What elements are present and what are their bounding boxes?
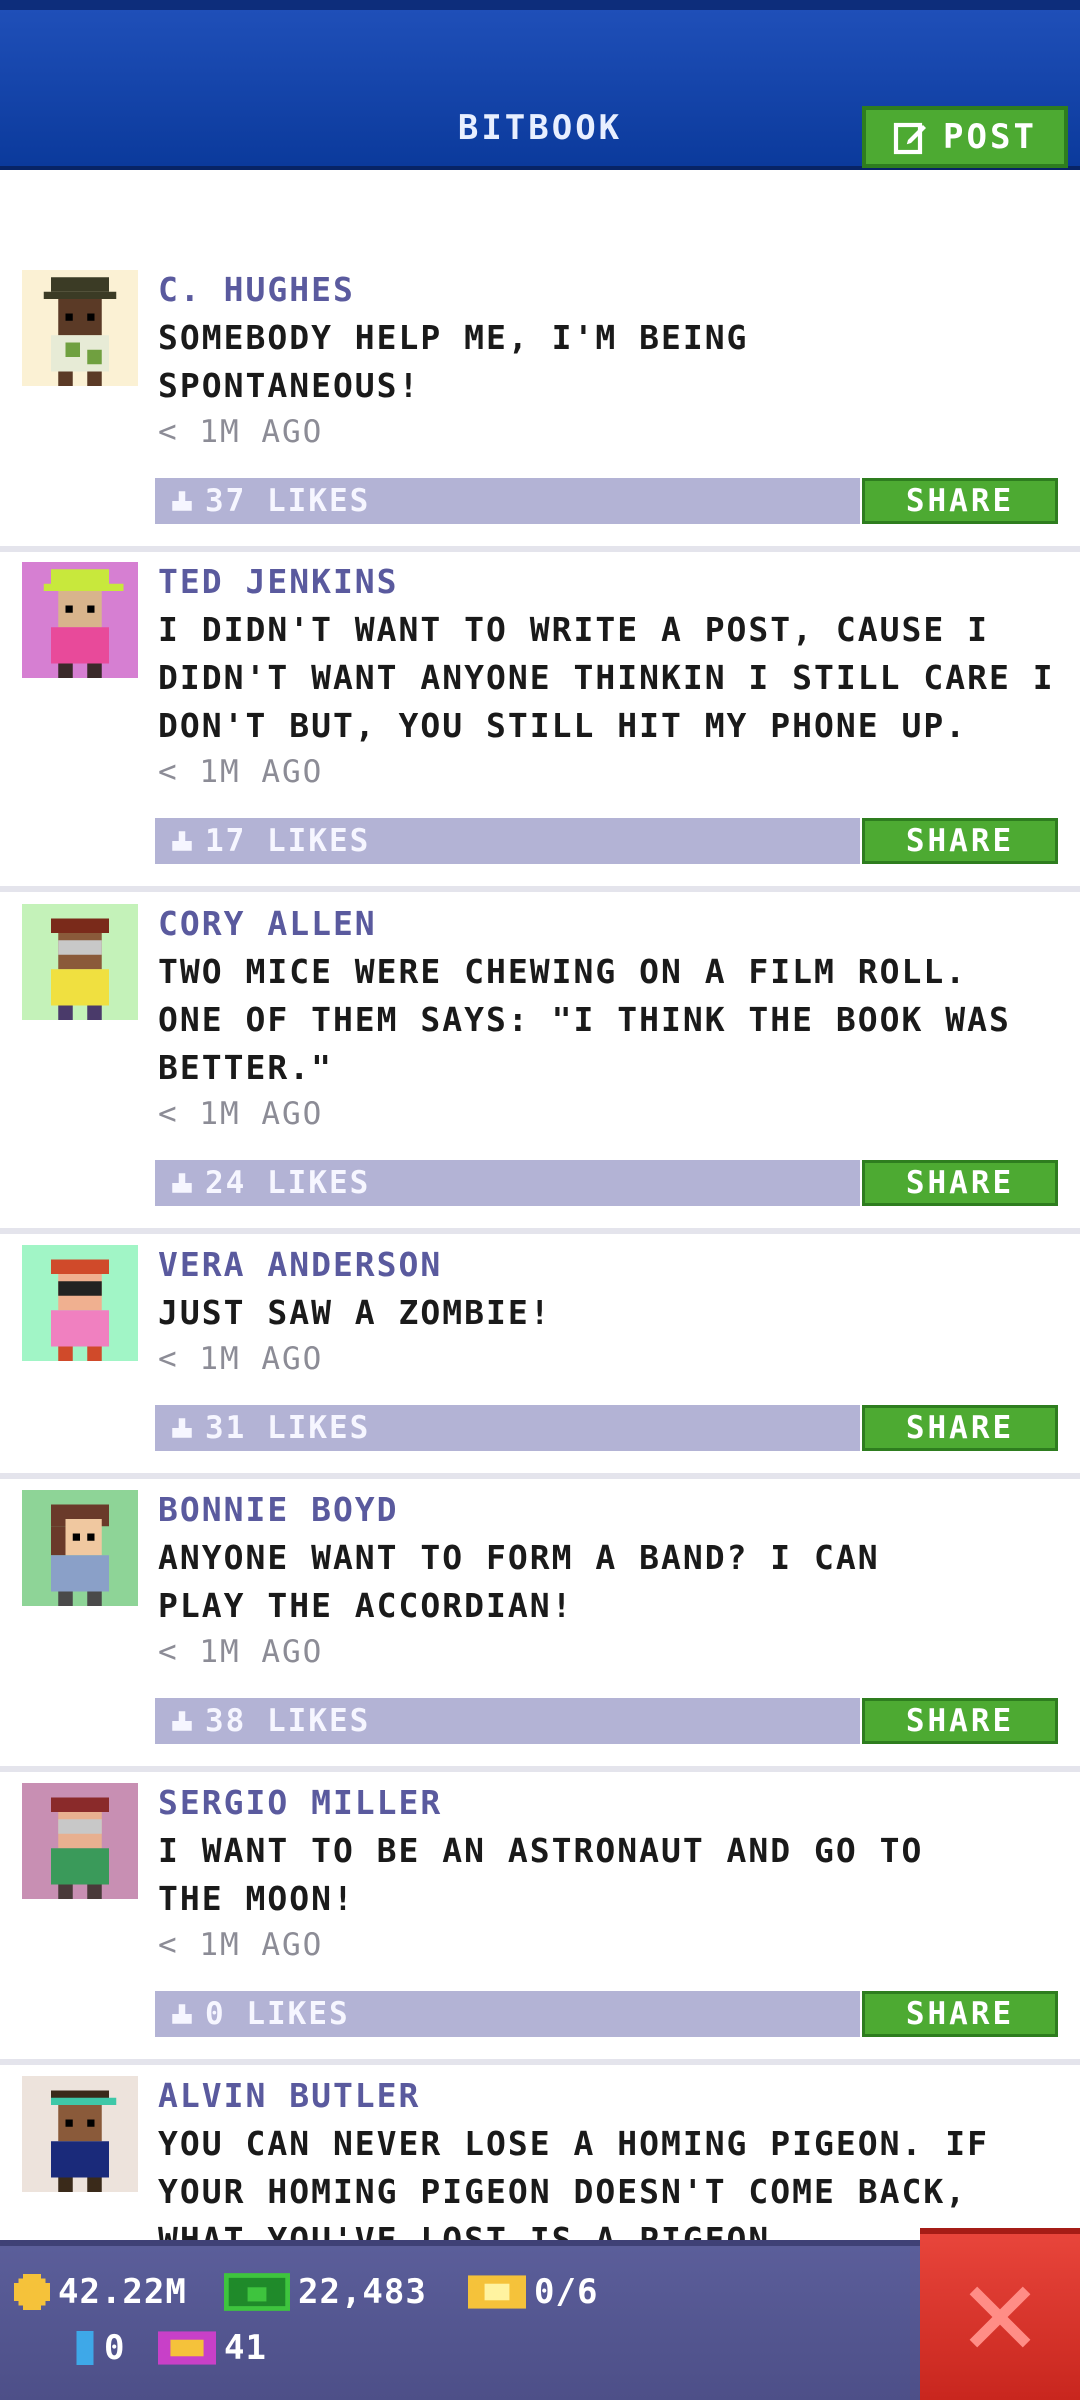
likes-bar[interactable]: 24 LIKES <box>155 1160 860 1206</box>
vip-value: 41 <box>224 2328 267 2368</box>
post-message: SOMEBODY HELP ME, I'M BEING SPONTANEOUS! <box>158 318 749 405</box>
post-button-label: POST <box>943 117 1037 157</box>
avatar[interactable] <box>22 270 138 386</box>
avatar-icon <box>22 1490 138 1606</box>
share-button[interactable]: SHARE <box>862 478 1058 524</box>
post-message: YOU CAN NEVER LOSE A HOMING PIGEON. IF Y… <box>158 2124 989 2240</box>
post-author: ALVIN BUTLER <box>158 2076 421 2115</box>
post-message: I DIDN'T WANT TO WRITE A POST, CAUSE I D… <box>158 610 1055 745</box>
thumbs-up-icon <box>172 2004 192 2024</box>
post-timestamp: < 1M AGO <box>158 1634 324 1670</box>
avatar-icon <box>22 1783 138 1899</box>
bux-stat: 22,483 <box>224 2272 427 2312</box>
coins-stat: 42.22M <box>14 2272 187 2312</box>
post-author: C. HUGHES <box>158 270 355 309</box>
thumbs-up-icon <box>172 831 192 851</box>
post-message: JUST SAW A ZOMBIE! <box>158 1293 552 1332</box>
likes-bar[interactable]: 37 LIKES <box>155 478 860 524</box>
close-icon <box>969 2286 1031 2348</box>
share-button[interactable]: SHARE <box>862 1405 1058 1451</box>
likes-count: 17 LIKES <box>205 823 371 859</box>
post-button[interactable]: POST <box>862 106 1068 168</box>
post-timestamp: < 1M AGO <box>158 754 324 790</box>
bux-icon <box>224 2273 290 2311</box>
post-author: CORY ALLEN <box>158 904 377 943</box>
avatar-icon <box>22 562 138 678</box>
post-message: I WANT TO BE AN ASTRONAUT AND GO TO THE … <box>158 1831 924 1918</box>
vip-icon <box>158 2331 216 2365</box>
avatar-icon <box>22 904 138 1020</box>
divider <box>0 1766 1080 1772</box>
thumbs-up-icon <box>172 1173 192 1193</box>
likes-bar[interactable]: 31 LIKES <box>155 1405 860 1451</box>
avatar[interactable] <box>22 2076 138 2192</box>
avatar[interactable] <box>22 904 138 1020</box>
share-button[interactable]: SHARE <box>862 1160 1058 1206</box>
share-button[interactable]: SHARE <box>862 1698 1058 1744</box>
avatar[interactable] <box>22 1783 138 1899</box>
close-button[interactable] <box>920 2228 1080 2400</box>
divider <box>0 2059 1080 2065</box>
divider <box>0 1228 1080 1234</box>
likes-bar[interactable]: 38 LIKES <box>155 1698 860 1744</box>
divider <box>0 886 1080 892</box>
avatar[interactable] <box>22 1245 138 1361</box>
coins-value: 42.22M <box>58 2272 187 2312</box>
post-author: SERGIO MILLER <box>158 1783 443 1822</box>
thumbs-up-icon <box>172 1418 192 1438</box>
post-timestamp: < 1M AGO <box>158 1096 324 1132</box>
avatar-icon <box>22 1245 138 1361</box>
avatar[interactable] <box>22 562 138 678</box>
bux-value: 22,483 <box>298 2272 427 2312</box>
avatar[interactable] <box>22 1490 138 1606</box>
currency-bar: 42.22M 22,483 0/6 0 41 <box>0 2240 1080 2400</box>
likes-count: 37 LIKES <box>205 483 371 519</box>
likes-bar[interactable]: 17 LIKES <box>155 818 860 864</box>
likes-count: 31 LIKES <box>205 1410 371 1446</box>
items-stat: 0 <box>74 2328 125 2368</box>
item-icon <box>76 2331 94 2365</box>
divider <box>0 546 1080 552</box>
likes-bar[interactable]: 0 LIKES <box>155 1991 860 2037</box>
vip-stat: 41 <box>158 2328 267 2368</box>
likes-count: 38 LIKES <box>205 1703 371 1739</box>
post-author: TED JENKINS <box>158 562 399 601</box>
share-button[interactable]: SHARE <box>862 1991 1058 2037</box>
post-message: ANYONE WANT TO FORM A BAND? I CAN PLAY T… <box>158 1538 880 1625</box>
tickets-stat: 0/6 <box>468 2272 598 2312</box>
share-button[interactable]: SHARE <box>862 818 1058 864</box>
post-message: TWO MICE WERE CHEWING ON A FILM ROLL. ON… <box>158 952 1011 1087</box>
post-timestamp: < 1M AGO <box>158 414 324 450</box>
post-timestamp: < 1M AGO <box>158 1341 324 1377</box>
post-author: VERA ANDERSON <box>158 1245 443 1284</box>
avatar-icon <box>22 270 138 386</box>
coin-icon <box>14 2274 50 2310</box>
items-value: 0 <box>104 2328 126 2368</box>
ticket-icon <box>468 2275 526 2309</box>
app-header: BITBOOK POST <box>0 0 1080 170</box>
thumbs-up-icon <box>172 491 192 511</box>
compose-icon <box>893 122 927 155</box>
thumbs-up-icon <box>172 1711 192 1731</box>
tickets-value: 0/6 <box>534 2272 599 2312</box>
avatar-icon <box>22 2076 138 2192</box>
feed[interactable]: C. HUGHES SOMEBODY HELP ME, I'M BEING SP… <box>0 170 1080 2240</box>
likes-count: 0 LIKES <box>205 1996 350 2032</box>
divider <box>0 1473 1080 1479</box>
post-timestamp: < 1M AGO <box>158 1927 324 1963</box>
likes-count: 24 LIKES <box>205 1165 371 1201</box>
post-author: BONNIE BOYD <box>158 1490 399 1529</box>
